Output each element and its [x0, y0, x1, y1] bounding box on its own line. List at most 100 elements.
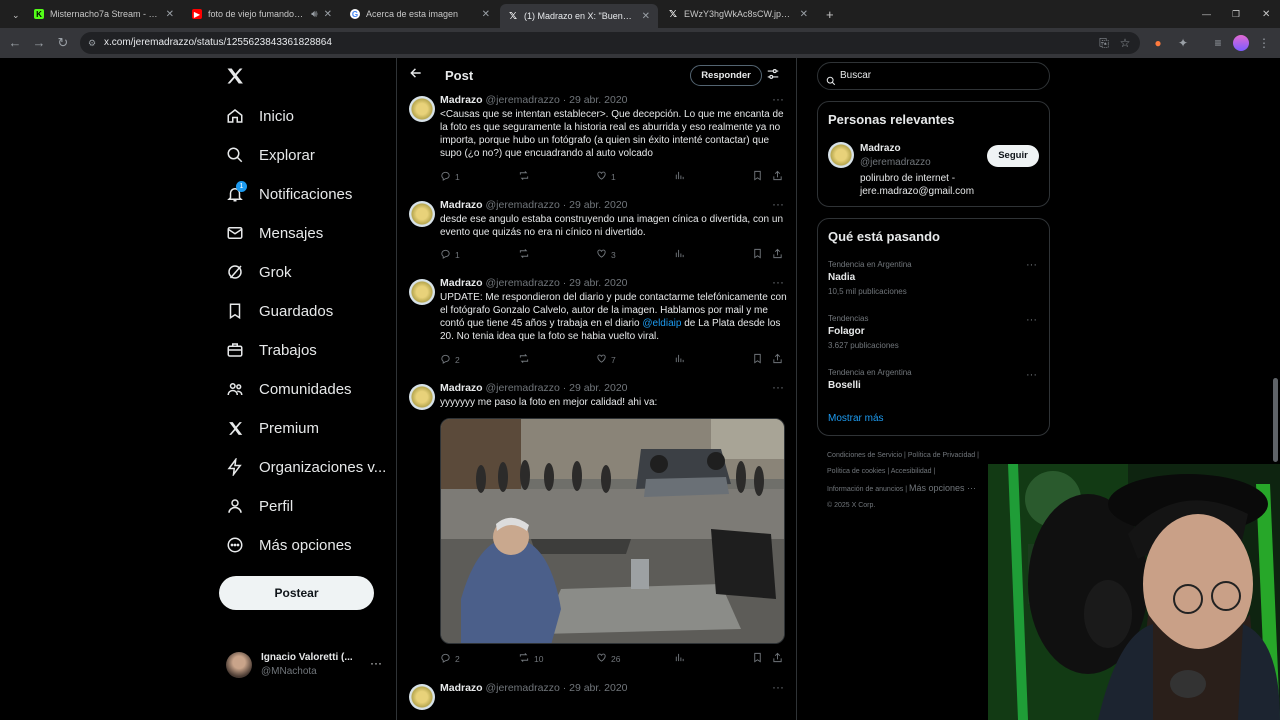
nav-item-mas-opciones[interactable]: Más opciones	[224, 530, 352, 560]
site-info-icon[interactable]: ⚙	[88, 32, 96, 54]
search-input[interactable]: Buscar	[817, 62, 1050, 90]
new-tab-button[interactable]: +	[818, 4, 840, 24]
share-icon[interactable]	[772, 248, 787, 259]
like-action[interactable]: 1	[596, 170, 616, 183]
back-arrow-icon[interactable]	[409, 66, 425, 82]
more-icon[interactable]: ···	[370, 656, 382, 670]
nav-item-organizaciones[interactable]: Organizaciones v...	[224, 452, 386, 482]
nav-item-guardados[interactable]: Guardados	[224, 296, 333, 326]
like-action[interactable]: 26	[596, 652, 620, 665]
views-icon[interactable]	[674, 170, 689, 181]
views-icon[interactable]	[674, 652, 689, 663]
footer-link[interactable]: Condiciones de Servicio	[827, 452, 902, 459]
show-more-link[interactable]: Mostrar más	[828, 413, 884, 424]
window-close-button[interactable]: ✕	[1254, 4, 1276, 24]
reload-icon[interactable]: ↻	[54, 34, 72, 52]
retweet-action[interactable]: 10	[518, 652, 543, 665]
nav-item-perfil[interactable]: Perfil	[224, 491, 293, 521]
nav-item-mensajes[interactable]: Mensajes	[224, 218, 323, 248]
share-icon[interactable]	[772, 353, 787, 364]
tab-2[interactable]: G Acerca de esta imagen ✕	[342, 4, 498, 24]
puzzle-icon[interactable]: ✦	[1175, 35, 1191, 51]
share-icon[interactable]	[772, 652, 787, 663]
nav-item-comunidades[interactable]: Comunidades	[224, 374, 352, 404]
more-icon[interactable]: ···	[1026, 314, 1037, 326]
footer-link[interactable]: Política de cookies	[827, 468, 885, 475]
close-icon[interactable]: ✕	[642, 11, 650, 22]
post-button[interactable]: Postear	[219, 576, 374, 610]
footer-link[interactable]: Más opciones ···	[909, 483, 976, 493]
views-icon[interactable]	[674, 248, 689, 259]
close-icon[interactable]: ✕	[324, 9, 332, 20]
more-icon[interactable]: ···	[772, 680, 784, 694]
close-icon[interactable]: ✕	[482, 9, 490, 20]
more-icon[interactable]: ···	[772, 197, 784, 211]
retweet-action[interactable]	[518, 248, 534, 261]
views-icon[interactable]	[674, 353, 689, 364]
media-icon[interactable]: ≡	[1210, 35, 1226, 51]
more-icon[interactable]: ···	[1026, 369, 1037, 381]
nav-item-inicio[interactable]: Inicio	[224, 101, 294, 131]
tweet[interactable]: Madrazo @jeremadrazzo · 29 abr. 2020 ···…	[397, 92, 796, 186]
tweet[interactable]: Madrazo @jeremadrazzo · 29 abr. 2020 ···	[397, 680, 796, 720]
back-arrow-icon[interactable]: ←	[6, 34, 24, 52]
more-icon[interactable]: ···	[772, 92, 784, 106]
reply-action[interactable]: 2	[440, 652, 460, 665]
nav-item-notificaciones[interactable]: 1 Notificaciones	[224, 179, 352, 209]
tweet[interactable]: Madrazo @jeremadrazzo · 29 abr. 2020 ···…	[397, 380, 796, 670]
tab-3[interactable]: 𝕏 (1) Madrazo en X: "Bueno al fin ✕	[500, 4, 658, 28]
close-icon[interactable]: ✕	[166, 9, 174, 20]
retweet-action[interactable]	[518, 353, 534, 366]
avatar[interactable]	[409, 96, 435, 122]
tab-0[interactable]: K Misternacho7a Stream - Watch ✕	[26, 4, 182, 24]
speaker-icon[interactable]: 🔊︎	[311, 9, 317, 20]
avatar[interactable]	[409, 201, 435, 227]
extension-icon[interactable]: ●	[1150, 35, 1166, 51]
avatar[interactable]	[409, 384, 435, 410]
more-icon[interactable]: ···	[772, 380, 784, 394]
like-action[interactable]: 7	[596, 353, 616, 366]
bookmark-icon[interactable]	[752, 353, 767, 364]
footer-link[interactable]: Información de anuncios	[827, 486, 903, 493]
nav-item-trabajos[interactable]: Trabajos	[224, 335, 317, 365]
bookmark-icon[interactable]	[752, 170, 767, 181]
bookmark-icon[interactable]	[752, 248, 767, 259]
retweet-action[interactable]	[518, 170, 534, 183]
maximize-button[interactable]: ❐	[1224, 4, 1246, 24]
tweet[interactable]: Madrazo @jeremadrazzo · 29 abr. 2020 ···…	[397, 275, 796, 369]
tab-1[interactable]: ▶ foto de viejo fumando auto 🔊︎ ✕	[184, 4, 340, 24]
nav-item-premium[interactable]: Premium	[224, 413, 319, 443]
minimize-button[interactable]: —	[1194, 4, 1216, 24]
avatar[interactable]	[409, 279, 435, 305]
nav-item-grok[interactable]: Grok	[224, 257, 292, 287]
bookmark-icon[interactable]	[752, 652, 767, 663]
more-icon[interactable]: ···	[772, 275, 784, 289]
star-icon[interactable]: ☆	[1117, 35, 1133, 51]
profile-name[interactable]: Madrazo	[860, 143, 901, 154]
close-icon[interactable]: ✕	[800, 9, 808, 20]
avatar[interactable]	[409, 684, 435, 710]
scroll-thumb[interactable]	[1273, 378, 1278, 462]
tab-4[interactable]: 𝕏 EWzY3hgWkAc8sCW.jpg (600× ✕	[660, 4, 816, 24]
footer-link[interactable]: Política de Privacidad	[908, 452, 975, 459]
reply-action[interactable]: 1	[440, 170, 460, 183]
page-scrollbar[interactable]	[1271, 58, 1280, 464]
footer-link[interactable]: Accesibilidad	[891, 468, 932, 475]
tab-list-button[interactable]: ⌄	[4, 5, 24, 25]
x-logo-icon[interactable]	[225, 66, 247, 88]
filter-icon[interactable]	[766, 67, 782, 83]
browser-menu-icon[interactable]: ⋮	[1256, 35, 1272, 51]
reply-action[interactable]: 2	[440, 353, 460, 366]
account-switcher[interactable]: Ignacio Valoretti (... @MNachota ···	[226, 648, 396, 688]
mention-link[interactable]: @eldiaip	[642, 318, 681, 329]
forward-arrow-icon[interactable]: →	[30, 34, 48, 52]
like-action[interactable]: 3	[596, 248, 616, 261]
reply-button[interactable]: Responder	[690, 65, 762, 86]
tweet[interactable]: Madrazo @jeremadrazzo · 29 abr. 2020 ···…	[397, 197, 796, 265]
share-icon[interactable]	[772, 170, 787, 181]
url-input[interactable]: ⚙ x.com/jeremadrazzo/status/125562384336…	[80, 32, 1140, 54]
avatar[interactable]	[828, 142, 854, 168]
profile-avatar[interactable]	[1233, 35, 1249, 51]
more-icon[interactable]: ···	[1026, 259, 1037, 271]
install-app-icon[interactable]: ⎘	[1096, 35, 1112, 51]
